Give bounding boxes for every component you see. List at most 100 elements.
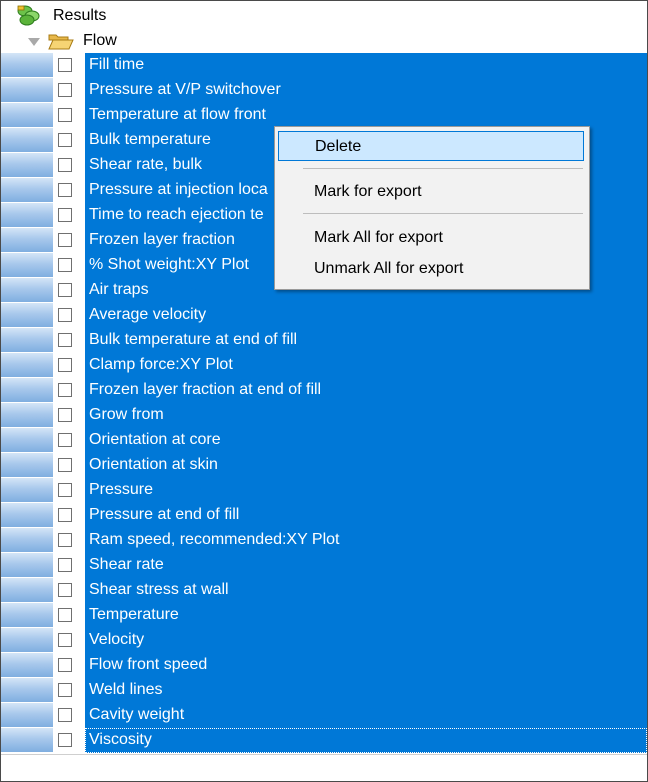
item-label: Time to reach ejection te — [89, 206, 264, 223]
export-checkbox[interactable] — [58, 508, 72, 522]
menu-separator — [303, 168, 583, 169]
mark-for-export-label: Mark for export — [314, 183, 422, 200]
item-label: Pressure at end of fill — [89, 506, 240, 523]
export-checkbox[interactable] — [58, 83, 72, 97]
menu-item-delete[interactable]: Delete — [278, 131, 584, 161]
export-checkbox[interactable] — [58, 433, 72, 447]
results-tree-panel: Results Flow Fill time Pressure at V/P s… — [0, 0, 648, 782]
list-item[interactable]: Fill time — [1, 53, 647, 78]
expand-triangle-icon[interactable] — [28, 38, 40, 46]
list-item[interactable]: Pressure — [1, 478, 647, 503]
item-label: Clamp force:XY Plot — [89, 356, 233, 373]
list-item[interactable]: Pressure at end of fill — [1, 503, 647, 528]
export-checkbox[interactable] — [58, 258, 72, 272]
item-label: Orientation at core — [89, 431, 221, 448]
item-label: Ram speed, recommended:XY Plot — [89, 531, 340, 548]
panel-divider — [1, 754, 647, 755]
export-checkbox[interactable] — [58, 58, 72, 72]
list-item[interactable]: Flow front speed — [1, 653, 647, 678]
selection-highlight — [85, 53, 647, 78]
list-item[interactable]: Weld lines — [1, 678, 647, 703]
item-label: Viscosity — [89, 731, 152, 748]
export-checkbox[interactable] — [58, 208, 72, 222]
selection-highlight — [85, 628, 647, 653]
menu-separator — [303, 213, 583, 214]
unmark-all-for-export-label: Unmark All for export — [314, 260, 464, 277]
export-checkbox[interactable] — [58, 583, 72, 597]
export-checkbox[interactable] — [58, 358, 72, 372]
export-checkbox[interactable] — [58, 633, 72, 647]
list-item[interactable]: Ram speed, recommended:XY Plot — [1, 528, 647, 553]
export-checkbox[interactable] — [58, 708, 72, 722]
item-label: Velocity — [89, 631, 145, 648]
item-label: Fill time — [89, 56, 145, 73]
results-label: Results — [53, 7, 107, 24]
export-checkbox[interactable] — [58, 608, 72, 622]
export-checkbox[interactable] — [58, 483, 72, 497]
export-checkbox[interactable] — [58, 333, 72, 347]
list-item[interactable]: Bulk temperature at end of fill — [1, 328, 647, 353]
selection-highlight — [85, 403, 647, 428]
selection-highlight — [85, 728, 647, 753]
item-label: Weld lines — [89, 681, 163, 698]
list-item-focused[interactable]: Viscosity — [1, 728, 647, 753]
item-label: Shear rate, bulk — [89, 156, 202, 173]
list-item[interactable]: Shear rate — [1, 553, 647, 578]
context-menu: Delete Mark for export Mark All for expo… — [274, 126, 590, 290]
menu-item-unmark-all-for-export[interactable]: Unmark All for export — [278, 254, 584, 284]
list-item[interactable]: Velocity — [1, 628, 647, 653]
export-checkbox[interactable] — [58, 383, 72, 397]
item-label: Air traps — [89, 281, 149, 298]
export-checkbox[interactable] — [58, 158, 72, 172]
item-label: Pressure at V/P switchover — [89, 81, 281, 98]
item-label: Shear rate — [89, 556, 164, 573]
item-label: Temperature at flow front — [89, 106, 266, 123]
list-item[interactable]: Orientation at skin — [1, 453, 647, 478]
list-item[interactable]: Grow from — [1, 403, 647, 428]
menu-item-mark-all-for-export[interactable]: Mark All for export — [278, 223, 584, 253]
item-label: Frozen layer fraction at end of fill — [89, 381, 322, 398]
export-checkbox[interactable] — [58, 108, 72, 122]
list-item[interactable]: Temperature — [1, 603, 647, 628]
list-item[interactable]: Temperature at flow front — [1, 103, 647, 128]
item-label: Bulk temperature — [89, 131, 211, 148]
item-label: Frozen layer fraction — [89, 231, 235, 248]
selection-highlight — [85, 478, 647, 503]
menu-item-mark-for-export[interactable]: Mark for export — [278, 177, 584, 207]
export-checkbox[interactable] — [58, 458, 72, 472]
list-item[interactable]: Cavity weight — [1, 703, 647, 728]
list-item[interactable]: Clamp force:XY Plot — [1, 353, 647, 378]
list-item[interactable]: Shear stress at wall — [1, 578, 647, 603]
item-label: Shear stress at wall — [89, 581, 229, 598]
item-label: Grow from — [89, 406, 164, 423]
item-label: Flow front speed — [89, 656, 208, 673]
list-item[interactable]: Orientation at core — [1, 428, 647, 453]
export-checkbox[interactable] — [58, 533, 72, 547]
selection-highlight — [85, 553, 647, 578]
export-checkbox[interactable] — [58, 183, 72, 197]
export-checkbox[interactable] — [58, 733, 72, 747]
item-label: Temperature — [89, 606, 179, 623]
item-label: Average velocity — [89, 306, 207, 323]
tree-node-results[interactable]: Results — [1, 1, 647, 29]
export-checkbox[interactable] — [58, 283, 72, 297]
export-checkbox[interactable] — [58, 308, 72, 322]
item-label: Pressure — [89, 481, 154, 498]
open-folder-icon — [48, 34, 74, 50]
list-item[interactable]: Pressure at V/P switchover — [1, 78, 647, 103]
results-icon — [17, 5, 40, 26]
export-checkbox[interactable] — [58, 408, 72, 422]
selection-highlight — [85, 678, 647, 703]
item-label: Pressure at injection loca — [89, 181, 268, 198]
list-item[interactable]: Average velocity — [1, 303, 647, 328]
export-checkbox[interactable] — [58, 558, 72, 572]
item-label: Orientation at skin — [89, 456, 218, 473]
item-label: Cavity weight — [89, 706, 185, 723]
list-item[interactable]: Frozen layer fraction at end of fill — [1, 378, 647, 403]
export-checkbox[interactable] — [58, 683, 72, 697]
mark-all-for-export-label: Mark All for export — [314, 229, 443, 246]
export-checkbox[interactable] — [58, 133, 72, 147]
export-checkbox[interactable] — [58, 658, 72, 672]
item-label: % Shot weight:XY Plot — [89, 256, 249, 273]
export-checkbox[interactable] — [58, 233, 72, 247]
